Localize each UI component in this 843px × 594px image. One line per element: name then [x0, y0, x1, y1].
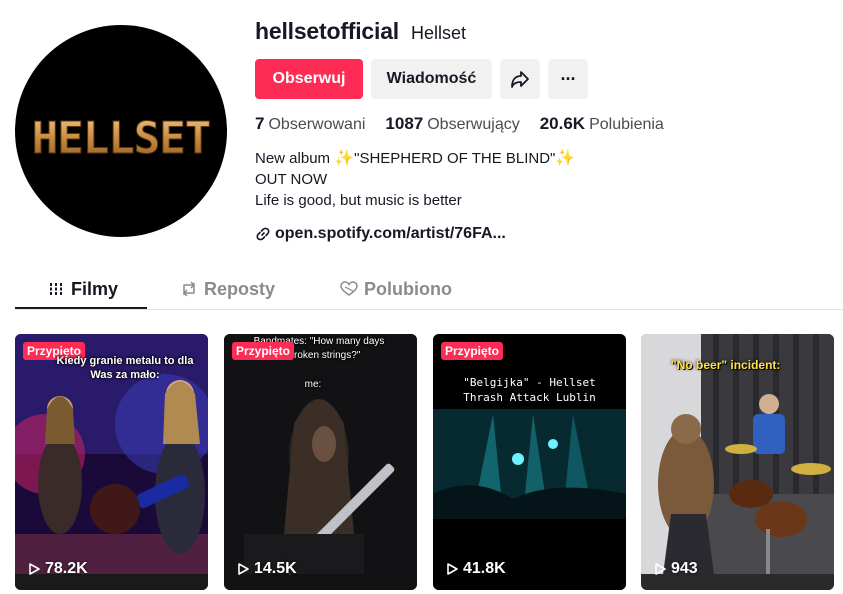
view-count-text: 14.5K: [254, 560, 297, 577]
sparkle-icon: ✨: [555, 150, 576, 167]
pinned-badge: Przypięto: [232, 342, 295, 360]
view-count: 943: [653, 560, 698, 578]
share-icon: [511, 71, 529, 88]
message-button[interactable]: Wiadomość: [371, 59, 492, 99]
tab-filmy-label: Filmy: [71, 278, 119, 299]
share-button[interactable]: [500, 59, 540, 99]
following-stat[interactable]: 7 Obserwowani: [255, 114, 365, 134]
video-caption-line-2: Thrash Attack Lublin: [463, 391, 596, 404]
more-button[interactable]: ···: [548, 59, 588, 99]
active-tab-indicator: [15, 307, 147, 309]
profile-avatar[interactable]: HELLSET: [15, 25, 227, 237]
repost-icon: [183, 281, 195, 297]
profile-stats: 7 Obserwowani 1087 Obserwujący 20.6K Polubi…: [255, 114, 664, 134]
video-card[interactable]: Bandmates: "How many days roken strings?…: [224, 334, 417, 590]
profile-link-text: open.spotify.com/artist/76FA...: [275, 225, 506, 242]
tab-polubiono[interactable]: Polubiono: [340, 268, 452, 310]
svg-text:HELLSET: HELLSET: [32, 113, 210, 164]
video-caption-line-3: me:: [304, 379, 322, 390]
video-caption: Kiedy granie metalu to dla Was za mało:: [56, 355, 194, 381]
followers-count: 1087: [385, 114, 424, 133]
play-icon: [238, 563, 249, 575]
play-icon: [447, 563, 458, 575]
grid-icon: [49, 283, 65, 295]
profile-actions: Obserwuj Wiadomość ···: [255, 59, 588, 99]
username: hellsetofficial: [255, 18, 399, 44]
video-thumbnail: [641, 334, 834, 590]
view-count: 41.8K: [445, 560, 506, 578]
followers-label: Obserwujący: [427, 116, 520, 133]
hellset-logo: HELLSET: [31, 113, 211, 165]
video-thumbnail: [224, 334, 417, 590]
profile-tabs: Filmy Reposty Polubiono: [15, 268, 843, 310]
video-card[interactable]: "No beer" incident: 943: [641, 334, 834, 590]
tab-reposty-label: Reposty: [204, 278, 276, 299]
video-card[interactable]: Przypięto "Belgijka" - Hellset Thrash At…: [433, 334, 626, 590]
follow-button[interactable]: Obserwuj: [255, 59, 363, 99]
tab-polubiono-label: Polubiono: [364, 278, 452, 299]
more-icon: ···: [560, 68, 577, 89]
video-caption: "No beer" incident:: [671, 358, 781, 372]
view-count: 78.2K: [27, 560, 88, 578]
heart-icon: [340, 281, 358, 296]
video-card[interactable]: Przypięto Kiedy granie metalu to dla Was…: [15, 334, 208, 590]
followers-stat[interactable]: 1087 Obserwujący: [385, 114, 519, 134]
likes-count: 20.6K: [539, 114, 586, 133]
play-icon: [655, 563, 666, 575]
link-icon: [256, 227, 270, 241]
profile-header: hellsetofficial Hellset: [255, 18, 466, 48]
bio-line-2: OUT NOW: [255, 171, 328, 188]
view-count-text: 78.2K: [45, 560, 88, 577]
tab-reposty[interactable]: Reposty: [180, 268, 275, 310]
profile-link[interactable]: open.spotify.com/artist/76FA...: [255, 225, 506, 243]
tab-filmy[interactable]: Filmy: [49, 268, 118, 310]
view-count-text: 41.8K: [463, 560, 506, 577]
view-count: 14.5K: [236, 560, 297, 578]
likes-label: Polubienia: [589, 116, 664, 133]
play-icon: [29, 563, 40, 575]
following-count: 7: [255, 114, 265, 133]
sparkle-icon: ✨: [334, 150, 355, 167]
bio-album-title: "SHEPHERD OF THE BLIND": [354, 150, 556, 167]
nickname: Hellset: [411, 23, 467, 43]
following-label: Obserwowani: [268, 116, 366, 133]
profile-bio: New album ✨"SHEPHERD OF THE BLIND"✨ OUT …: [255, 148, 575, 211]
video-thumbnail: [433, 334, 626, 590]
pinned-badge: Przypięto: [441, 342, 504, 360]
video-caption-line-1: "Belgijka" - Hellset: [463, 376, 596, 389]
bio-line-1-text: New album: [255, 150, 335, 167]
view-count-text: 943: [671, 560, 698, 577]
bio-line-3: Life is good, but music is better: [255, 192, 462, 209]
video-caption-line-2: roken strings?": [294, 350, 361, 361]
likes-stat: 20.6K Polubienia: [540, 114, 664, 134]
bio-line-1: New album ✨"SHEPHERD OF THE BLIND"✨: [255, 148, 575, 169]
